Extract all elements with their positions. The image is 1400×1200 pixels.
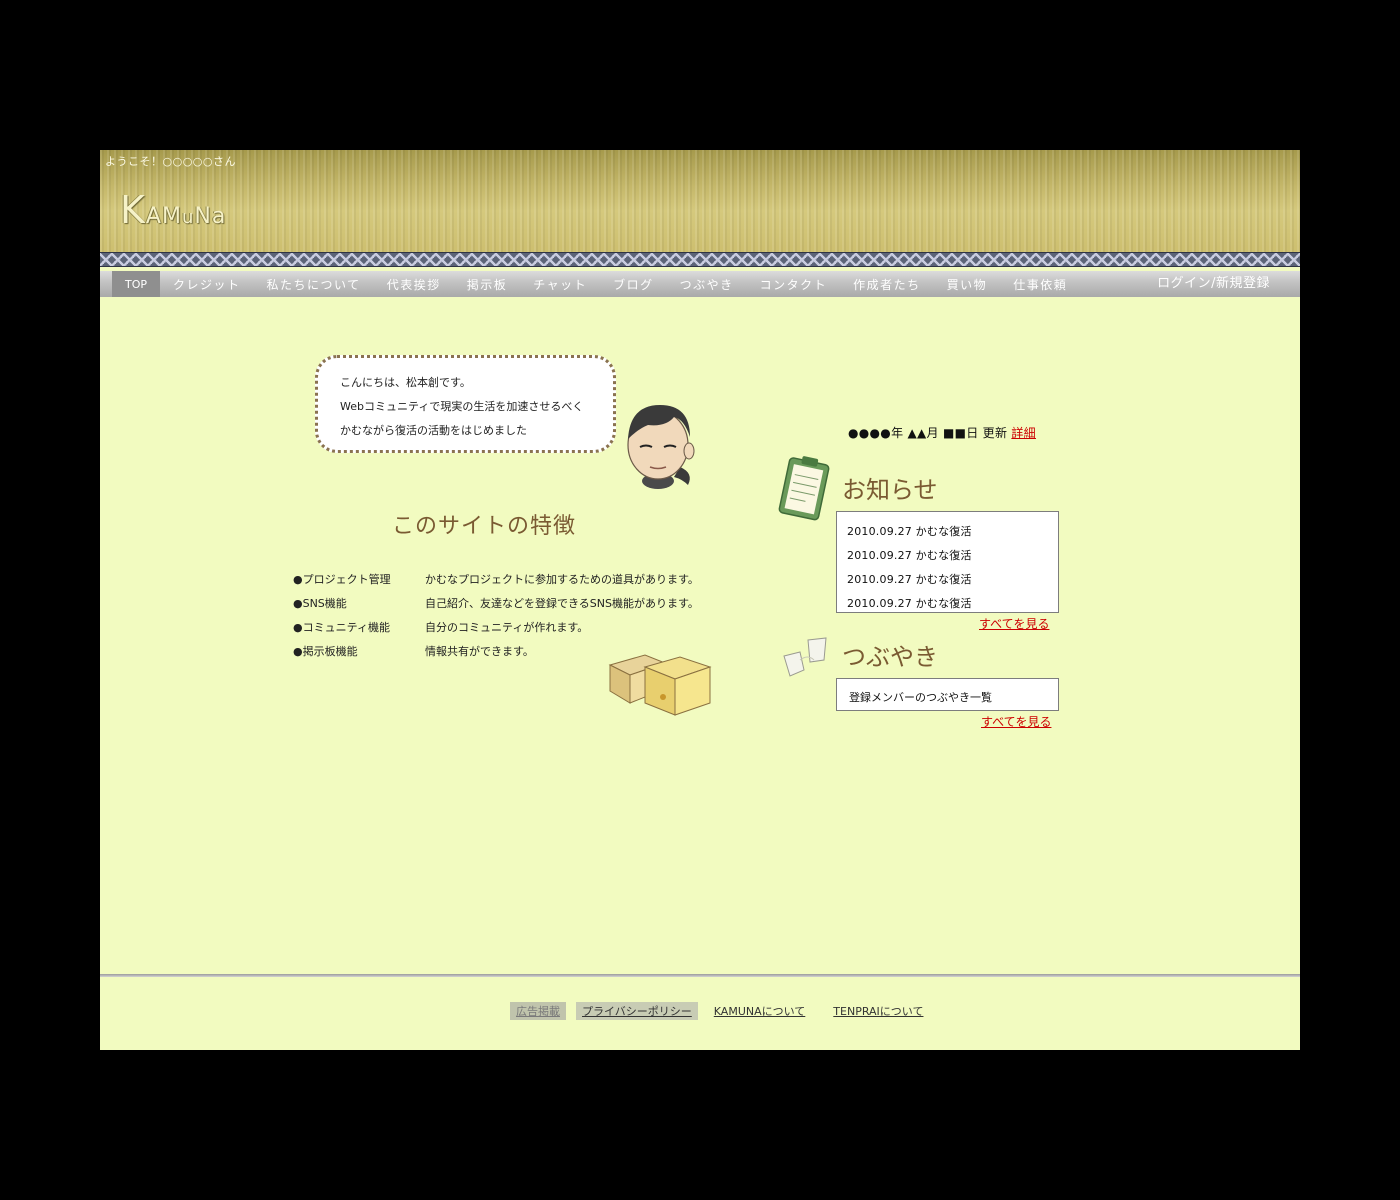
feature-desc: 自己紹介、友達などを登録できるSNS機能があります。 [425,597,699,610]
footer-divider [100,974,1300,977]
greeting-line: こんにちは、松本創です。 [340,376,471,389]
nav-tweets[interactable]: つぶやき [667,271,747,297]
footer-link-about-kamuna[interactable]: KAMUNAについて [708,1002,812,1020]
update-detail-link[interactable]: 詳細 [1011,426,1036,440]
login-register-link[interactable]: ログイン/新規登録 [1157,271,1270,297]
nav-blog[interactable]: ブログ [600,271,667,297]
news-item[interactable]: 2010.09.27 かむな復活 [847,595,972,611]
feature-row: ●プロジェクト管理 かむなプロジェクトに参加するための道具があります。 [293,571,699,587]
feature-desc: かむなプロジェクトに参加するための道具があります。 [425,573,699,586]
nav-top[interactable]: TOP [112,271,161,297]
feature-row: ●掲示板機能 情報共有ができます。 [293,643,534,659]
logo-letter: M [161,204,182,229]
logo-letter: a [211,204,227,229]
feature-row: ●SNS機能 自己紹介、友達などを登録できるSNS機能があります。 [293,595,699,611]
greeting-bubble: こんにちは、松本創です。 Webコミュニティで現実の生活を加速させるべく かむな… [315,355,616,453]
avatar-illustration [627,405,695,489]
tweets-item[interactable]: 登録メンバーのつぶやき一覧 [849,689,992,705]
feature-row: ●コミュニティ機能 自分のコミュニティが作れます。 [293,619,588,635]
feature-name: ●コミュニティ機能 [293,621,390,634]
footer-link-about-tenprai[interactable]: TENPRAIについて [827,1002,929,1020]
logo-letter: u [181,207,195,228]
greeting-line: かむながら復活の活動をはじめました [340,424,527,437]
nav-about-us[interactable]: 私たちについて [254,271,374,297]
feature-name: ●プロジェクト管理 [293,573,391,586]
tweets-title: つぶやき [842,643,938,671]
logo-letter: N [194,204,212,229]
nav-credit[interactable]: クレジット [160,271,254,297]
nav-greeting[interactable]: 代表挨拶 [374,271,454,297]
nav-creators[interactable]: 作成者たち [840,271,934,297]
feature-name: ●SNS機能 [293,597,347,610]
tweets-see-all-link[interactable]: すべてを見る [981,713,1051,730]
news-title: お知らせ [842,476,938,504]
nav-contact[interactable]: コンタクト [747,271,841,297]
news-item[interactable]: 2010.09.27 かむな復活 [847,571,972,587]
news-item[interactable]: 2010.09.27 かむな復活 [847,547,972,563]
welcome-message: ようこそ！○○○○○さん [105,155,236,168]
page-frame: ようこそ！○○○○○さん KAMuNa TOP クレジット 私たちについて 代表… [100,150,1300,1050]
news-list: 2010.09.27 かむな復活 2010.09.27 かむな復活 2010.0… [836,511,1059,613]
nav-chat[interactable]: チャット [520,271,600,297]
header: ようこそ！○○○○○さん KAMuNa [100,150,1300,252]
logo-letter: A [145,204,162,229]
feature-desc: 情報共有ができます。 [425,645,534,658]
features-title: このサイトの特徴 [392,514,577,539]
clipboard-icon [778,456,830,521]
feature-name: ●掲示板機能 [293,645,358,658]
logo-letter: K [120,188,146,232]
news-see-all-link[interactable]: すべてを見る [979,615,1049,632]
news-item[interactable]: 2010.09.27 かむな復活 [847,523,972,539]
update-info: ●●●●年 ▲▲月 ■■日 更新 詳細 [848,424,1036,441]
nav-bbs[interactable]: 掲示板 [454,271,521,297]
footer-link-privacy[interactable]: プライバシーポリシー [576,1002,698,1020]
kamuna-logo[interactable]: KAMuNa [120,188,226,232]
header-pattern-band [100,252,1300,267]
greeting-line: Webコミュニティで現実の生活を加速させるべく [340,400,584,413]
tweets-box: 登録メンバーのつぶやき一覧 [836,678,1059,711]
paper-cups-icon [783,637,827,677]
footer-links: 広告掲載 プライバシーポリシー KAMUNAについて TENPRAIについて [510,1002,945,1020]
cardboard-boxes-illustration [608,654,712,716]
feature-desc: 自分のコミュニティが作れます。 [425,621,589,634]
nav-job-request[interactable]: 仕事依頼 [1000,271,1080,297]
footer-link-advertising[interactable]: 広告掲載 [510,1002,566,1020]
global-nav: TOP クレジット 私たちについて 代表挨拶 掲示板 チャット ブログ つぶやき… [100,271,1300,297]
nav-shopping[interactable]: 買い物 [934,271,1001,297]
update-date: ●●●●年 ▲▲月 ■■日 更新 [848,426,1012,440]
